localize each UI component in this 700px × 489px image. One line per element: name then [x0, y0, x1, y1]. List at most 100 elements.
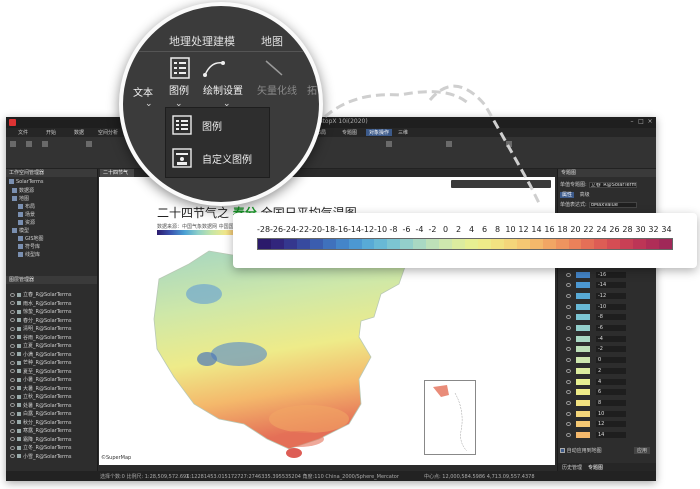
color-swatch[interactable]: [576, 367, 590, 374]
thematic-value-row[interactable]: -16: [566, 271, 654, 279]
visibility-eye-icon[interactable]: [566, 368, 571, 373]
visibility-eye-icon[interactable]: [566, 358, 571, 363]
layer-row[interactable]: 立夏_R@SolarTerms: [10, 342, 71, 349]
visibility-eye-icon[interactable]: [566, 293, 571, 298]
visibility-eye-icon[interactable]: [10, 377, 15, 382]
tree-item-symbols[interactable]: 符号库: [18, 243, 40, 250]
color-swatch[interactable]: [576, 282, 590, 289]
ribbon-btn-edit[interactable]: [26, 141, 34, 149]
thematic-value-row[interactable]: -2: [566, 345, 654, 353]
visibility-eye-icon[interactable]: [566, 390, 571, 395]
visibility-eye-icon[interactable]: [566, 400, 571, 405]
color-swatch[interactable]: [576, 346, 590, 353]
tab-map-document[interactable]: 二十四节气: [100, 169, 134, 177]
layer-row[interactable]: 霜降_R@SolarTerms: [10, 436, 71, 443]
ribbon-btn-vertex[interactable]: [386, 141, 394, 149]
tab-history[interactable]: 历史管理: [562, 464, 582, 471]
visibility-eye-icon[interactable]: [10, 437, 15, 441]
color-swatch[interactable]: [576, 303, 590, 310]
draw-settings-button[interactable]: 绘制设置: [203, 82, 243, 97]
menu-3d[interactable]: 三维: [398, 129, 408, 136]
color-swatch[interactable]: [576, 421, 590, 428]
menu-thematic[interactable]: 专题图: [342, 129, 357, 136]
menu-file[interactable]: 文件: [18, 129, 28, 136]
layer-row[interactable]: 立秋_R@SolarTerms: [10, 393, 71, 400]
visibility-eye-icon[interactable]: [10, 335, 15, 339]
thematic-value-row[interactable]: -8: [566, 313, 654, 321]
menu-data[interactable]: 数据: [74, 129, 84, 136]
menu-item-custom-legend[interactable]: 自定义图例: [172, 144, 268, 174]
visibility-eye-icon[interactable]: [10, 309, 15, 314]
color-swatch[interactable]: [576, 271, 590, 278]
layer-row[interactable]: 大暑_R@SolarTerms: [10, 385, 71, 392]
color-swatch[interactable]: [576, 335, 590, 342]
visibility-eye-icon[interactable]: [566, 336, 571, 341]
visibility-eye-icon[interactable]: [566, 411, 571, 416]
auto-apply-checkbox[interactable]: 自动应用到地图: [560, 447, 602, 454]
zoom-tab-geoprocessing[interactable]: 地理处理建模: [169, 33, 235, 49]
color-swatch[interactable]: [576, 432, 590, 438]
layer-row[interactable]: 小满_R@SolarTerms: [10, 351, 71, 358]
visibility-eye-icon[interactable]: [566, 422, 571, 427]
layer-row[interactable]: 夏至_R@SolarTerms: [10, 368, 71, 375]
ribbon-btn-style[interactable]: [86, 141, 94, 149]
thematic-value-row[interactable]: -12: [566, 292, 654, 300]
visibility-eye-icon[interactable]: [566, 326, 571, 330]
ribbon-btn-snap[interactable]: [446, 141, 454, 149]
layer-row[interactable]: 雨水_R@SolarTerms: [10, 300, 71, 307]
layer-row[interactable]: 立冬_R@SolarTerms: [10, 444, 71, 451]
thematic-value-row[interactable]: 6: [566, 388, 654, 396]
minimize-icon[interactable]: –: [628, 118, 636, 126]
tab-thematic[interactable]: 专题图: [588, 464, 603, 471]
tree-item-workspace[interactable]: SolarTerms: [9, 179, 43, 185]
tree-item-linetypes[interactable]: 线型库: [18, 251, 40, 258]
visibility-eye-icon[interactable]: [10, 411, 15, 416]
layer-row[interactable]: 惊蛰_R@SolarTerms: [10, 308, 71, 315]
color-swatch[interactable]: [576, 325, 590, 331]
visibility-eye-icon[interactable]: [10, 352, 15, 356]
layer-row[interactable]: 清明_R@SolarTerms: [10, 325, 71, 332]
layer-row[interactable]: 芒种_R@SolarTerms: [10, 359, 71, 366]
text-button[interactable]: 文本: [133, 84, 153, 99]
layer-row[interactable]: 处暑_R@SolarTerms: [10, 402, 71, 409]
layer-row[interactable]: 寒露_R@SolarTerms: [10, 427, 71, 434]
tree-item-maps[interactable]: 地图: [12, 195, 29, 202]
layer-row[interactable]: 白露_R@SolarTerms: [10, 410, 71, 417]
ribbon-btn-topo[interactable]: [506, 141, 514, 149]
tree-item-resources[interactable]: 资源: [18, 219, 35, 226]
thematic-value-row[interactable]: 12: [566, 420, 654, 428]
visibility-eye-icon[interactable]: [10, 360, 15, 365]
visibility-eye-icon[interactable]: [10, 454, 15, 458]
tree-item-models[interactable]: 模型: [12, 227, 29, 234]
thematic-value-row[interactable]: 8: [566, 399, 654, 407]
chevron-down-icon[interactable]: ⌄: [145, 99, 153, 109]
thematic-value-row[interactable]: -6: [566, 324, 654, 332]
thematic-layer-select[interactable]: 立春_R@SolarTerms#1: [588, 181, 637, 188]
tree-item-gis-maps[interactable]: GIS地图: [18, 235, 44, 242]
tab-properties[interactable]: 属性: [560, 192, 575, 198]
menu-spatial-analysis[interactable]: 空间分析: [98, 129, 118, 136]
visibility-eye-icon[interactable]: [10, 343, 15, 348]
visibility-eye-icon[interactable]: [10, 420, 15, 424]
visibility-eye-icon[interactable]: [566, 283, 571, 288]
visibility-eye-icon[interactable]: [10, 292, 15, 297]
zoom-tab-map[interactable]: 地图: [261, 33, 283, 49]
maximize-icon[interactable]: □: [637, 118, 645, 126]
visibility-eye-icon[interactable]: [10, 301, 15, 305]
thematic-value-row[interactable]: -4: [566, 335, 654, 343]
thematic-value-row[interactable]: 2: [566, 367, 654, 375]
visibility-eye-icon[interactable]: [10, 369, 15, 373]
thematic-value-row[interactable]: 14: [566, 431, 654, 439]
thematic-value-row[interactable]: 0: [566, 356, 654, 364]
color-swatch[interactable]: [576, 378, 590, 385]
legend-button[interactable]: 图例: [169, 82, 189, 97]
color-swatch[interactable]: [576, 410, 590, 417]
visibility-eye-icon[interactable]: [566, 304, 571, 309]
visibility-eye-icon[interactable]: [10, 403, 15, 407]
visibility-eye-icon[interactable]: [566, 379, 571, 384]
visibility-eye-icon[interactable]: [566, 347, 571, 352]
layer-row[interactable]: 小暑_R@SolarTerms: [10, 376, 71, 383]
tree-item-datasources[interactable]: 数据源: [12, 187, 34, 194]
thematic-value-row[interactable]: -14: [566, 281, 654, 289]
thematic-value-row[interactable]: 10: [566, 410, 654, 418]
